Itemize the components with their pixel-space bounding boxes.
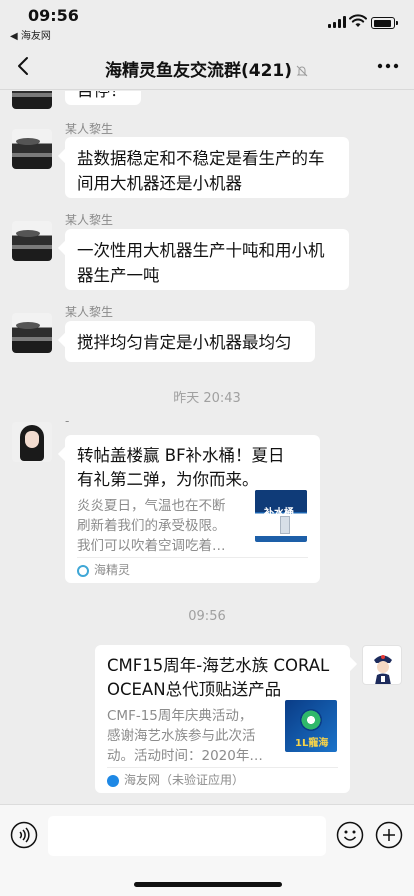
message-line: 一次性用大机器生产十吨和用小机: [77, 241, 325, 260]
card-title-line: CMF15周年-海艺水族 CORAL: [107, 656, 330, 675]
message-bubble[interactable]: 盐数据稳定和不稳定是看生产的车 间用大机器还是小机器: [65, 137, 349, 198]
card-title: CMF15周年-海艺水族 CORAL OCEAN总代顶贴送产品: [107, 654, 329, 702]
card-desc-line: 感谢海艺水族参与此次活: [107, 728, 256, 744]
card-title-line: 转帖盖楼赢 BF补水桶！夏日: [77, 446, 285, 465]
card-description: CMF-15周年庆典活动， 感谢海艺水族参与此次活 动。活动时间：2020年…: [107, 706, 263, 766]
sender-name: 某人黎生: [65, 122, 114, 136]
police-avatar-icon: [374, 655, 392, 684]
message-line: 盐数据稳定和不稳定是看生产的车: [77, 149, 325, 168]
chat-title: 海精灵鱼友交流群(421): [0, 56, 414, 81]
card-title-line: OCEAN总代顶贴送产品: [107, 680, 282, 699]
message-line: 搅拌均匀肯定是小机器最均匀: [77, 333, 292, 352]
battery-icon: [371, 17, 398, 29]
chat-timestamp: 昨天 20:43: [173, 391, 241, 406]
wifi-icon: [349, 14, 367, 27]
mute-bell-icon: [296, 65, 308, 77]
cellular-signal-icon: [328, 16, 346, 28]
link-card[interactable]: 转帖盖楼赢 BF补水桶！夏日 有礼第二弹，为你而来。 炎炎夏日，气温也在不断 刷…: [65, 435, 320, 583]
message-line: 器生产一吨: [77, 266, 160, 285]
message-bubble[interactable]: 一次性用大机器生产十吨和用小机 器生产一吨: [65, 229, 349, 290]
chat-timestamp: 09:56: [188, 609, 226, 624]
more-functions-icon[interactable]: [375, 821, 403, 849]
source-name: 海友网（未验证应用）: [124, 773, 245, 787]
message-input[interactable]: [48, 816, 326, 856]
message-text: 目停！: [77, 91, 127, 103]
voice-input-icon[interactable]: [10, 821, 38, 849]
card-source: 海精灵: [77, 557, 308, 583]
message-bubble[interactable]: 搅拌均匀肯定是小机器最均匀: [65, 321, 315, 362]
link-card[interactable]: CMF15周年-海艺水族 CORAL OCEAN总代顶贴送产品 CMF-15周年…: [95, 645, 350, 793]
status-time: 09:56: [28, 6, 79, 25]
sender-name: 某人黎生: [65, 305, 114, 319]
sender-avatar[interactable]: [12, 129, 52, 169]
sender-avatar[interactable]: [12, 91, 52, 109]
source-app-icon: [107, 774, 119, 787]
message-list[interactable]: 目停！ 某人黎生 盐数据稳定和不稳定是看生产的车 间用大机器还是小机器 某人黎生…: [0, 91, 414, 804]
sender-name: -: [65, 414, 70, 428]
source-name: 海精灵: [94, 563, 131, 577]
sender-avatar[interactable]: [12, 422, 52, 462]
card-description: 炎炎夏日，气温也在不断 刷新着我们的承受极限。 我们可以吹着空调吃着…: [77, 496, 226, 556]
card-desc-line: 动。活动时间：2020年…: [107, 748, 263, 764]
own-avatar[interactable]: [362, 645, 402, 685]
thumbnail-label: 1L寵海: [295, 738, 329, 749]
card-desc-line: 炎炎夏日，气温也在不断: [77, 498, 226, 514]
card-title-line: 有礼第二弹，为你而来。: [77, 470, 259, 489]
back-to-app-link[interactable]: ◀ 海友网: [10, 27, 51, 42]
message-bubble[interactable]: 目停！: [65, 91, 141, 105]
card-thumbnail: 补水桶: [255, 490, 307, 542]
status-bar: 09:56 ◀ 海友网: [0, 0, 414, 44]
card-desc-line: CMF-15周年庆典活动，: [107, 708, 253, 724]
sender-name: 某人黎生: [65, 213, 114, 227]
card-desc-line: 我们可以吹着空调吃着…: [77, 538, 226, 554]
more-icon[interactable]: [376, 56, 400, 76]
sender-avatar[interactable]: [12, 221, 52, 261]
chat-header: 海精灵鱼友交流群(421): [0, 44, 414, 90]
card-thumbnail: 1L寵海: [285, 700, 337, 752]
card-desc-line: 刷新着我们的承受极限。: [77, 518, 226, 534]
source-app-icon: [77, 564, 89, 577]
message-line: 间用大机器还是小机器: [77, 174, 242, 193]
card-source: 海友网（未验证应用）: [107, 767, 338, 793]
chat-title-text: 海精灵鱼友交流群(421): [104, 61, 293, 81]
home-indicator: [134, 882, 282, 887]
sender-avatar[interactable]: [12, 313, 52, 353]
card-title: 转帖盖楼赢 BF补水桶！夏日 有礼第二弹，为你而来。: [77, 444, 285, 492]
emoji-icon[interactable]: [336, 821, 364, 849]
